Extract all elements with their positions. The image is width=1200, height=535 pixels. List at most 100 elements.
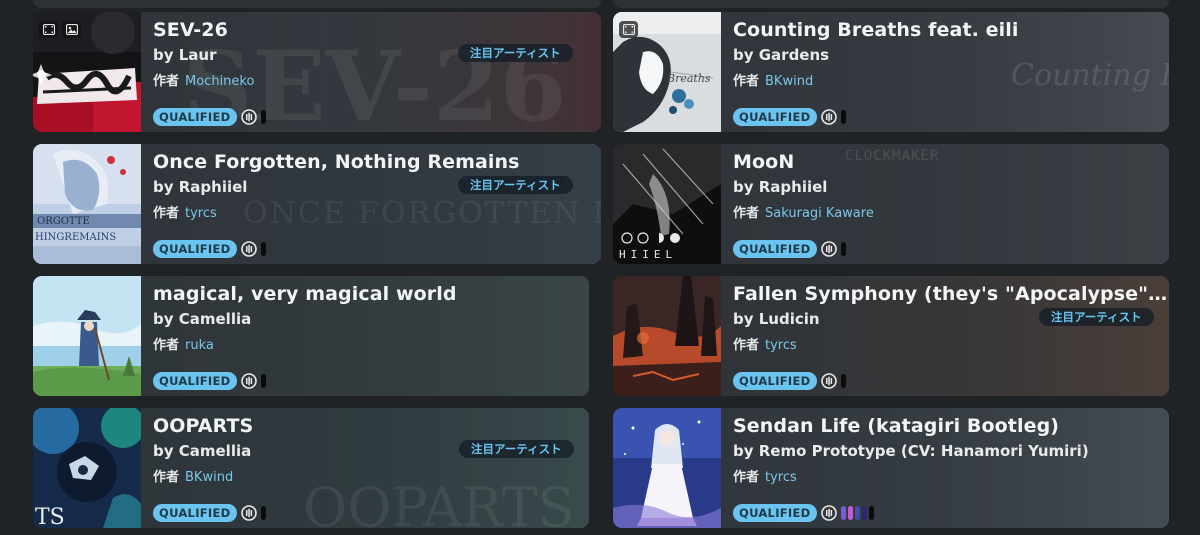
status-badge: QUALIFIED xyxy=(153,372,237,390)
osu-standard-icon xyxy=(241,373,257,389)
media-badges xyxy=(619,21,638,38)
difficulty-pip[interactable] xyxy=(855,506,860,520)
status-badge: QUALIFIED xyxy=(153,108,237,126)
mapper-label: 作者 xyxy=(153,470,180,485)
beatmap-card[interactable]: SEV-26 SEV-26 by Laur xyxy=(33,12,601,132)
mapper-line: 作者 tyrcs xyxy=(733,334,797,353)
osu-standard-icon xyxy=(821,241,837,257)
difficulty-pip[interactable] xyxy=(841,506,846,520)
osu-standard-icon xyxy=(241,505,257,521)
beatmap-title[interactable]: Counting Breaths feat. eili xyxy=(733,19,1169,41)
osu-standard-icon xyxy=(821,505,837,521)
beatmap-card[interactable]: Sendan Life (katagiri Bootleg) by Remo P… xyxy=(613,408,1169,528)
status-badge: QUALIFIED xyxy=(733,240,817,258)
mapper-label: 作者 xyxy=(733,338,760,353)
cover-image[interactable] xyxy=(33,276,141,396)
mapper-link[interactable]: tyrcs xyxy=(185,206,217,221)
mapper-label: 作者 xyxy=(733,470,760,485)
previous-row-edge xyxy=(33,0,601,8)
svg-text:Breaths: Breaths xyxy=(666,72,711,85)
difficulty-list[interactable] xyxy=(841,506,874,520)
difficulty-list[interactable] xyxy=(261,110,266,124)
mapper-link[interactable]: BKwind xyxy=(765,74,813,89)
beatmap-card[interactable]: Fallen Symphony (they's "Apocalypse" Boo… xyxy=(613,276,1169,396)
beatmap-card[interactable]: ONCE FORGOTTEN NOTHING REMAINS ORGOTTE H… xyxy=(33,144,601,264)
difficulty-pip[interactable] xyxy=(869,506,874,520)
beatmap-card[interactable]: magical, very magical world by Camellia … xyxy=(33,276,589,396)
status-badge: QUALIFIED xyxy=(153,240,237,258)
mapper-line: 作者 Sakuragi Kaware xyxy=(733,202,874,221)
beatmap-artist[interactable]: by Remo Prototype (CV: Hanamori Yumiri) xyxy=(733,442,1089,460)
status-badge: QUALIFIED xyxy=(733,372,817,390)
difficulty-pip[interactable] xyxy=(862,506,867,520)
osu-standard-icon xyxy=(821,373,837,389)
beatmap-title[interactable]: SEV-26 xyxy=(153,19,593,41)
difficulty-list[interactable] xyxy=(841,242,846,256)
difficulty-pip[interactable] xyxy=(841,242,846,256)
status-badge: QUALIFIED xyxy=(733,108,817,126)
mapper-link[interactable]: Mochineko xyxy=(185,74,254,89)
status-badge: QUALIFIED xyxy=(733,504,817,522)
difficulty-list[interactable] xyxy=(841,374,846,388)
beatmap-title[interactable]: OOPARTS xyxy=(153,415,589,437)
difficulty-pip[interactable] xyxy=(848,506,853,520)
beatmap-title[interactable]: Fallen Symphony (they's "Apocalypse" Boo… xyxy=(733,283,1169,305)
previous-row-edge xyxy=(613,0,1169,8)
spotlight-badge[interactable]: 注目アーティスト xyxy=(1039,308,1154,326)
difficulty-pip[interactable] xyxy=(261,506,266,520)
cover-image[interactable] xyxy=(613,408,721,528)
beatmap-title[interactable]: MooN xyxy=(733,151,1169,173)
mapper-line: 作者 BKwind xyxy=(733,70,813,89)
difficulty-list[interactable] xyxy=(261,374,266,388)
media-badges xyxy=(39,21,81,38)
video-icon xyxy=(619,21,638,38)
mapper-link[interactable]: ruka xyxy=(185,338,214,353)
beatmap-artist[interactable]: by Laur xyxy=(153,46,217,64)
mapper-label: 作者 xyxy=(153,74,180,89)
difficulty-list[interactable] xyxy=(261,242,266,256)
mapper-line: 作者 Mochineko xyxy=(153,70,254,89)
beatmap-title[interactable]: magical, very magical world xyxy=(153,283,589,305)
difficulty-pip[interactable] xyxy=(261,374,266,388)
difficulty-pip[interactable] xyxy=(841,110,846,124)
mapper-line: 作者 tyrcs xyxy=(733,466,797,485)
cover-image[interactable]: HIIEL xyxy=(613,144,721,264)
cover-image[interactable] xyxy=(613,276,721,396)
spotlight-badge[interactable]: 注目アーティスト xyxy=(458,176,573,194)
difficulty-pip[interactable] xyxy=(261,110,266,124)
beatmap-title[interactable]: Once Forgotten, Nothing Remains xyxy=(153,151,593,173)
beatmap-artist[interactable]: by Camellia xyxy=(153,310,251,328)
beatmap-card[interactable]: OOPARTS TS OOPARTS by Camellia 作者BKwind … xyxy=(33,408,589,528)
beatmap-artist[interactable]: by Ludicin xyxy=(733,310,820,328)
mapper-line: 作者 BKwind xyxy=(153,466,233,485)
cover-image[interactable]: ORGOTTE HINGREMAINS xyxy=(33,144,141,264)
beatmap-artist[interactable]: by Gardens xyxy=(733,46,829,64)
mapper-line: 作者 tyrcs xyxy=(153,202,217,221)
osu-standard-icon xyxy=(241,241,257,257)
beatmap-artist[interactable]: by Raphiiel xyxy=(153,178,247,196)
beatmap-artist[interactable]: by Raphiiel xyxy=(733,178,827,196)
osu-standard-icon xyxy=(821,109,837,125)
spotlight-badge[interactable]: 注目アーティスト xyxy=(459,440,574,458)
svg-text:HIIEL: HIIEL xyxy=(619,248,677,261)
osu-standard-icon xyxy=(241,109,257,125)
difficulty-list[interactable] xyxy=(841,110,846,124)
mapper-link[interactable]: tyrcs xyxy=(765,470,797,485)
mapper-label: 作者 xyxy=(153,338,180,353)
mapper-link[interactable]: BKwind xyxy=(185,470,233,485)
svg-text:TS: TS xyxy=(35,505,65,528)
spotlight-badge[interactable]: 注目アーティスト xyxy=(458,44,573,62)
mapper-link[interactable]: tyrcs xyxy=(765,338,797,353)
beatmap-title[interactable]: Sendan Life (katagiri Bootleg) xyxy=(733,415,1169,437)
video-icon xyxy=(39,21,58,38)
difficulty-pip[interactable] xyxy=(261,242,266,256)
beatmap-card[interactable]: Counting Breaths Breaths Counting Breath… xyxy=(613,12,1169,132)
cover-image[interactable]: TS xyxy=(33,408,141,528)
mapper-line: 作者 ruka xyxy=(153,334,214,353)
mapper-label: 作者 xyxy=(733,206,760,221)
difficulty-pip[interactable] xyxy=(841,374,846,388)
difficulty-list[interactable] xyxy=(261,506,266,520)
beatmap-artist[interactable]: by Camellia xyxy=(153,442,251,460)
beatmap-card[interactable]: CLOCKMAKER HIIEL MooN by Raphiiel 作者Saku… xyxy=(613,144,1169,264)
mapper-link[interactable]: Sakuragi Kaware xyxy=(765,206,874,221)
